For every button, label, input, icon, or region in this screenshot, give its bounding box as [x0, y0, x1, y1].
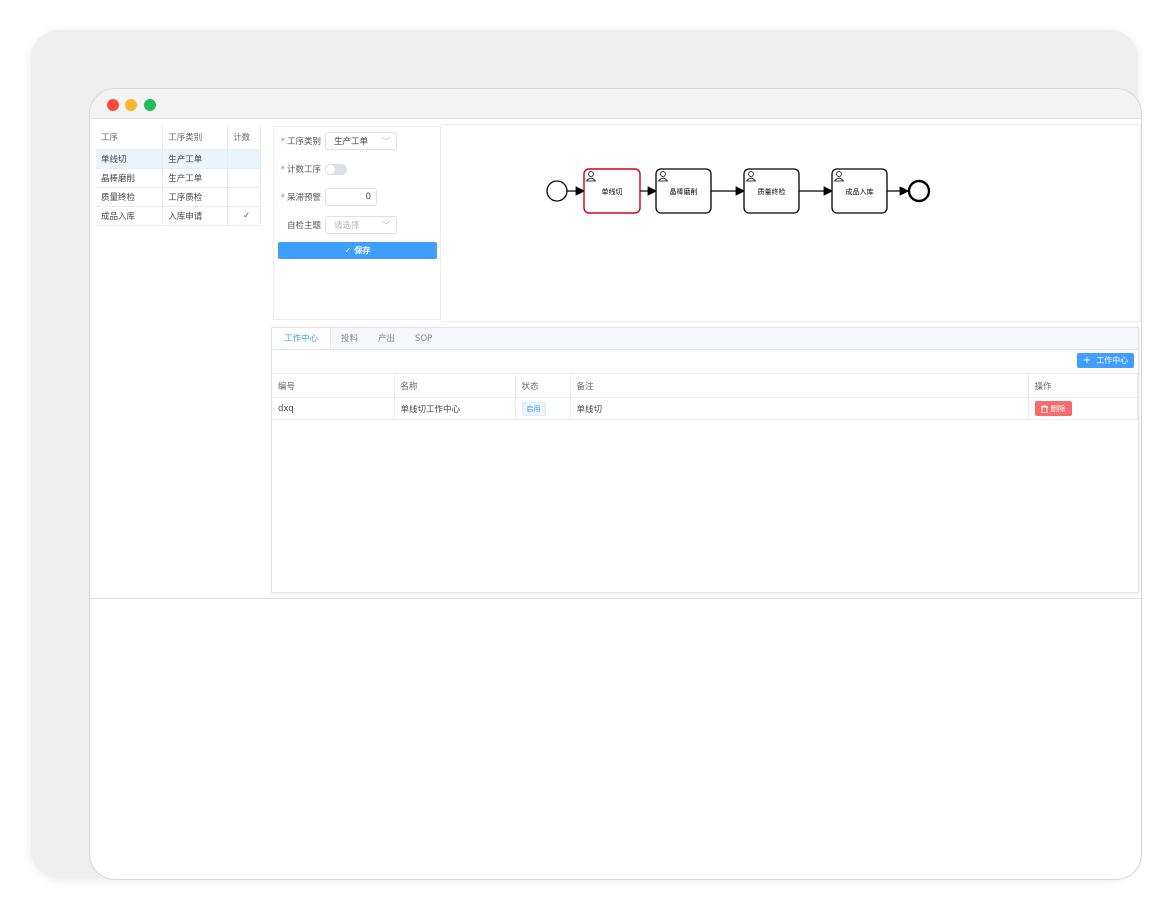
plus-icon: +: [1082, 355, 1092, 366]
warning-label: * 呆滞预警: [279, 191, 321, 203]
start-event[interactable]: [546, 180, 568, 202]
required-mark: *: [280, 137, 285, 147]
inspect-select[interactable]: 请选择 ﹀: [325, 216, 397, 234]
tab-input[interactable]: 投料: [331, 328, 368, 349]
tab-output[interactable]: 产出: [368, 328, 405, 349]
main-content: 工序 工序类别 计数 单线切 生产工单 晶棒磨削 生产工单 质量终检 工序质检 …: [90, 119, 1141, 599]
category-select[interactable]: 生产工单 ﹀: [325, 132, 397, 150]
process-row[interactable]: 质量终检 工序质检: [96, 187, 261, 207]
process-count: [227, 149, 261, 169]
process-form: * 工序类别 生产工单 ﹀ * 计数工序 * 呆滞预警 0 自检主题 请选择 ﹀…: [273, 126, 441, 320]
process-row[interactable]: 成品入库 入库申请 ✓: [96, 206, 261, 226]
flow-node-label: 单线切: [602, 187, 623, 196]
flow-node[interactable]: 质量终检: [743, 168, 800, 214]
warning-input[interactable]: 0: [325, 188, 377, 206]
category-select-value: 生产工单: [334, 137, 369, 147]
process-row[interactable]: 晶棒磨削 生产工单: [96, 168, 261, 188]
close-window-button[interactable]: [107, 99, 119, 111]
inspect-label: 自检主题: [286, 221, 321, 231]
process-category: 工序质检: [162, 187, 229, 207]
table-header: 名称: [394, 373, 516, 398]
process-category: 入库申请: [162, 206, 229, 226]
process-table-header: 计数: [227, 125, 261, 150]
flow-node[interactable]: 晶棒磨削: [655, 168, 712, 214]
inspect-row: 自检主题 请选择 ﹀: [279, 216, 397, 234]
chevron-down-icon: ﹀: [382, 136, 390, 146]
process-name: 晶棒磨削: [96, 168, 164, 188]
flow-node-label: 质量终检: [758, 187, 786, 196]
process-name: 成品入库: [96, 206, 164, 226]
category-row: * 工序类别 生产工单 ﹀: [279, 132, 397, 150]
table-header: 操作: [1028, 373, 1138, 398]
process-category: 生产工单: [162, 168, 229, 188]
save-button[interactable]: ✓ 保存: [278, 242, 437, 259]
process-count: [227, 187, 261, 207]
trash-icon: [1040, 404, 1048, 413]
table-header: 编号: [272, 373, 395, 398]
work-center-remark: 单线切: [570, 397, 1029, 420]
flow-node[interactable]: 单线切: [583, 168, 641, 214]
process-table-header: 工序: [96, 125, 164, 150]
inspect-placeholder: 请选择: [334, 221, 360, 231]
flow-node-label: 成品入库: [846, 187, 874, 196]
table-row: dxq 单线切工作中心 启用 单线切 删除: [272, 397, 1138, 420]
process-diagram-panel: 单线切 晶棒磨削 质量终检 成品入库: [441, 124, 1141, 322]
chevron-down-icon: ﹀: [382, 220, 390, 230]
category-label: * 工序类别: [279, 135, 321, 147]
flow-node[interactable]: 成品入库: [831, 168, 888, 214]
delete-button-label: 删除: [1050, 404, 1066, 413]
count-row: * 计数工序: [279, 160, 347, 178]
work-center-name: 单线切工作中心: [394, 397, 516, 420]
browser-window: 工序 工序类别 计数 单线切 生产工单 晶棒磨削 生产工单 质量终检 工序质检 …: [89, 88, 1142, 880]
work-center-code: dxq: [272, 397, 395, 420]
save-button-label: 保存: [354, 246, 371, 255]
process-name: 单线切: [96, 149, 164, 169]
action-cell: 删除: [1028, 397, 1138, 420]
add-work-center-label: 工作中心: [1096, 356, 1129, 365]
detail-tabs-panel: 工作中心 投料 产出 SOP + 工作中心 编号 名称 状态 备注 操作 dxq…: [271, 327, 1139, 593]
check-icon: ✓: [227, 206, 261, 226]
tab-work-center[interactable]: 工作中心: [272, 328, 332, 349]
end-event[interactable]: [907, 179, 931, 203]
warning-row: * 呆滞预警 0: [279, 188, 377, 206]
table-header: 状态: [515, 373, 571, 398]
flow-node-label: 晶棒磨削: [670, 187, 698, 196]
maximize-window-button[interactable]: [144, 99, 156, 111]
table-header: 备注: [570, 373, 1029, 398]
process-count: [227, 168, 261, 188]
process-flow-diagram: 单线切 晶棒磨削 质量终检 成品入库: [546, 168, 931, 214]
tab-sop[interactable]: SOP: [405, 328, 442, 349]
process-name: 质量终检: [96, 187, 164, 207]
minimize-window-button[interactable]: [125, 99, 137, 111]
process-row[interactable]: 单线切 生产工单: [96, 149, 261, 169]
add-work-center-button[interactable]: + 工作中心: [1077, 353, 1134, 368]
device-frame: 工序 工序类别 计数 单线切 生产工单 晶棒磨削 生产工单 质量终检 工序质检 …: [31, 30, 1142, 880]
title-bar: [90, 89, 1141, 119]
status-badge: 启用: [521, 401, 546, 416]
required-mark: *: [280, 193, 285, 203]
tab-bar: 工作中心 投料 产出 SOP: [272, 328, 1138, 350]
count-toggle[interactable]: [325, 163, 347, 175]
status-cell: 启用: [515, 397, 571, 420]
delete-button[interactable]: 删除: [1034, 401, 1072, 416]
count-label-text: 计数工序: [286, 165, 321, 175]
work-center-table: 编号 名称 状态 备注 操作 dxq 单线切工作中心 启用 单线切 删除: [272, 373, 1138, 420]
check-icon: ✓: [344, 246, 352, 255]
process-category: 生产工单: [162, 149, 229, 169]
warning-label-text: 呆滞预警: [286, 193, 321, 203]
required-mark: *: [280, 165, 285, 175]
process-table: 工序 工序类别 计数 单线切 生产工单 晶棒磨削 生产工单 质量终检 工序质检 …: [96, 125, 261, 226]
count-label: * 计数工序: [279, 163, 321, 175]
category-label-text: 工序类别: [286, 137, 321, 147]
process-table-header: 工序类别: [162, 125, 229, 150]
